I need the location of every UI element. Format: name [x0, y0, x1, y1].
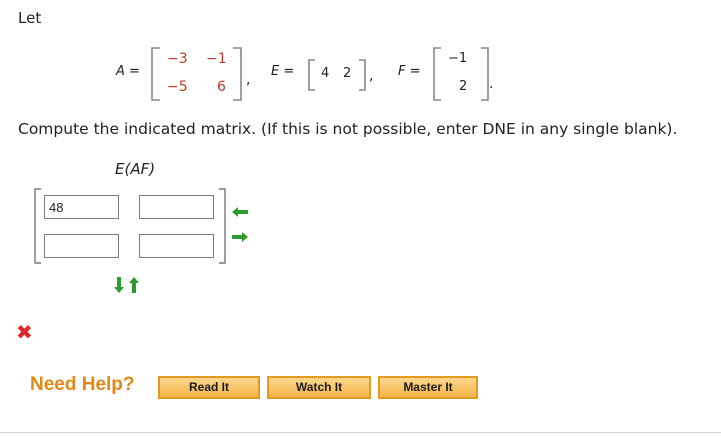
- matrix-f-r2: 2: [459, 79, 468, 94]
- matrix-a-r2c1: −5: [167, 79, 188, 95]
- question-prompt: Compute the indicated matrix. (If this i…: [18, 120, 678, 138]
- matrix-a-brackets: [151, 47, 242, 101]
- remove-column-arrow-icon[interactable]: [128, 276, 140, 294]
- matrix-e-label: E =: [271, 64, 295, 79]
- separator: ,: [246, 72, 251, 88]
- matrix-a-r1c2: −1: [206, 51, 227, 67]
- read-it-button[interactable]: Read It: [158, 376, 260, 399]
- master-it-button[interactable]: Master It: [378, 376, 478, 399]
- expression: E(AF): [115, 160, 156, 178]
- matrix-e-c2: 2: [343, 66, 352, 81]
- answer-cell-r1c1[interactable]: [44, 195, 119, 219]
- remove-row-arrow-icon[interactable]: [231, 206, 249, 218]
- matrix-a-r2c2: 6: [217, 79, 226, 95]
- add-column-arrow-icon[interactable]: [113, 276, 125, 294]
- matrix-e-c1: 4: [321, 66, 330, 81]
- answer-cell-r1c2[interactable]: [139, 195, 214, 219]
- watch-it-button[interactable]: Watch It: [267, 376, 371, 399]
- period: .: [489, 76, 494, 92]
- answer-cell-r2c2[interactable]: [139, 234, 214, 258]
- bottom-divider: [0, 432, 721, 433]
- matrix-f-r1: −1: [448, 51, 468, 66]
- matrix-a-r1c1: −3: [167, 51, 188, 67]
- add-row-arrow-icon[interactable]: [231, 231, 249, 243]
- need-help-label: Need Help?: [30, 374, 135, 395]
- intro-text: Let: [18, 9, 42, 27]
- matrix-a-label: A =: [116, 64, 140, 79]
- answer-cell-r2c1[interactable]: [44, 234, 119, 258]
- separator: ,: [369, 68, 374, 84]
- incorrect-x-icon: ✖: [16, 320, 33, 344]
- matrix-e-brackets: [308, 59, 366, 91]
- matrix-f-label: F =: [398, 64, 421, 79]
